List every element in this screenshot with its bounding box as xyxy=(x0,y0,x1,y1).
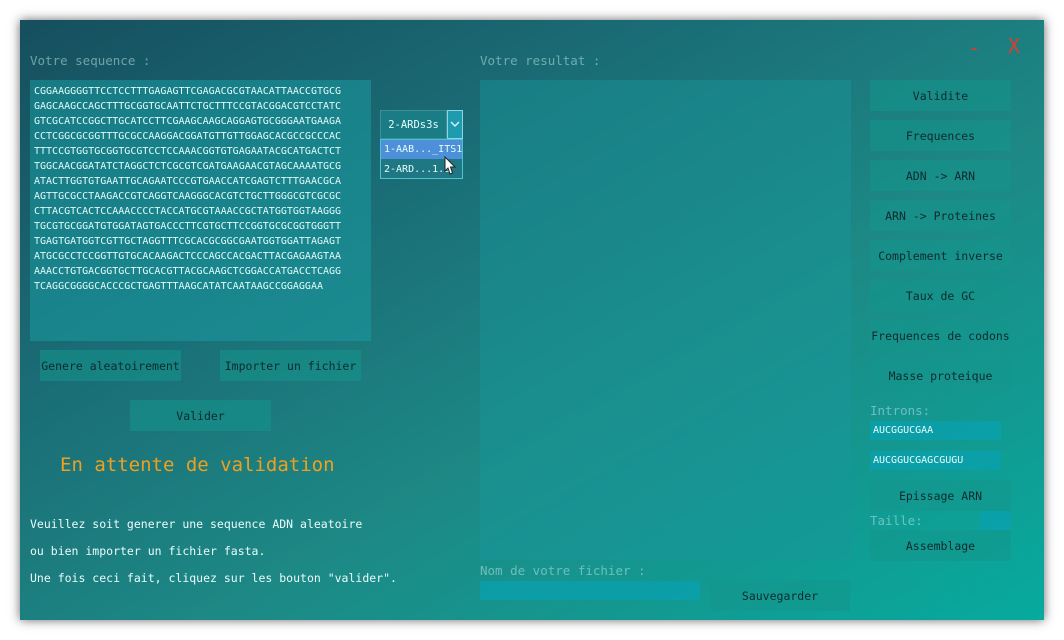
chevron-down-icon[interactable] xyxy=(447,110,463,139)
rna-splicing-button[interactable]: Epissage ARN xyxy=(870,480,1011,511)
sequence-label: Votre sequence : xyxy=(30,53,151,68)
sequence-line: GAGCAAGCCAGCTTTGCGGTGCAATTCTGCTTTCCGTACG… xyxy=(34,101,342,112)
info-line-3: Une fois ceci fait, cliquez sur les bout… xyxy=(30,571,397,585)
codon-frequencies-button[interactable]: Frequences de codons xyxy=(870,320,1011,351)
file-select[interactable]: 2-ARDs3s xyxy=(380,110,463,139)
file-select-value[interactable]: 2-ARDs3s xyxy=(380,110,447,139)
reverse-complement-button[interactable]: Complement inverse xyxy=(870,240,1011,271)
size-input[interactable] xyxy=(980,511,1011,530)
sequence-line: GTCGCATCCGGCTTGCATCCTTCGAAGCAAGCAGGAGTGC… xyxy=(34,116,342,127)
sequence-line: AGTTGCGCCTAAGACCGTCAGGTCAAGGGCACGTCTGCTT… xyxy=(34,191,342,202)
info-line-1: Veuillez soit generer une sequence ADN a… xyxy=(30,517,363,531)
validation-status: En attente de validation xyxy=(60,454,335,476)
minimize-button[interactable]: - xyxy=(968,38,980,58)
sequence-line: CTTACGTCACTCCAAACCCCTACCATGCGTAAACCGCTAT… xyxy=(34,206,342,217)
frequencies-button[interactable]: Frequences xyxy=(870,120,1011,151)
sequence-text: CGGAAGGGGTTCCTCCTTTGAGAGTTCGAGACGCGTAACA… xyxy=(34,84,370,294)
sequence-line: TGAGTGATGGTCGTTGCTAGGTTTCGCACGCGGCGAATGG… xyxy=(34,236,342,247)
app-window: - X Votre sequence : CGGAAGGGGTTCCTCCTTT… xyxy=(20,20,1044,620)
import-file-button[interactable]: Importer un fichier xyxy=(220,350,361,381)
sequence-line: ATGCGCCTCCGGTTGTGCACAAGACTCCCAGCCACGACTT… xyxy=(34,251,342,262)
save-button[interactable]: Sauvegarder xyxy=(710,580,850,611)
size-label: Taille: xyxy=(870,513,923,528)
mouse-pointer-icon xyxy=(444,156,457,175)
rna-to-proteins-button[interactable]: ARN -> Proteines xyxy=(870,200,1011,231)
sequence-line: CCTCGGCGCGGTTTGCGCCAAGGACGGATGTTGTTGGAGC… xyxy=(34,131,342,142)
filename-input[interactable] xyxy=(480,581,700,600)
result-textarea[interactable] xyxy=(480,80,851,560)
sequence-line: CGGAAGGGGTTCCTCCTTTGAGAGTTCGAGACGCGTAACA… xyxy=(34,86,342,97)
file-select-dropdown: 1-AAB..._ITS1 2-ARD...1.s xyxy=(380,139,463,179)
validity-button[interactable]: Validite xyxy=(870,80,1011,111)
filename-label: Nom de votre fichier : xyxy=(480,563,646,578)
assembly-button[interactable]: Assemblage xyxy=(870,530,1011,561)
sequence-line: AAACCTGTGACGGTGCTTGCACGTTACGCAAGCTCGGACC… xyxy=(34,266,342,277)
info-line-2: ou bien importer un fichier fasta. xyxy=(30,544,266,558)
sequence-line: TGGCAACGGATATCTAGGCTCTCGCGTCGATGAAGAACGT… xyxy=(34,161,342,172)
protein-mass-button[interactable]: Masse proteique xyxy=(870,360,1011,391)
introns-label: Introns: xyxy=(870,403,931,418)
gc-rate-button[interactable]: Taux de GC xyxy=(870,280,1011,311)
sequence-textarea[interactable]: CGGAAGGGGTTCCTCCTTTGAGAGTTCGAGACGCGTAACA… xyxy=(30,80,371,341)
generate-random-button[interactable]: Genere aleatoirement xyxy=(40,350,181,381)
close-button[interactable]: X xyxy=(1008,36,1020,56)
intron-field-1[interactable]: AUCGGUCGAA xyxy=(870,421,1001,440)
result-label: Votre resultat : xyxy=(480,53,601,68)
dna-to-rna-button[interactable]: ADN -> ARN xyxy=(870,160,1011,191)
intron-field-2[interactable]: AUCGGUCGAGCGUGU xyxy=(870,451,1001,470)
sequence-line: TCAGGCGGGGCACCCGCTGAGTTTAAGCATATCAATAAGC… xyxy=(34,281,323,292)
sequence-line: ATACTTGGTGTGAATTGCAGAATCCCGTGAACCATCGAGT… xyxy=(34,176,342,187)
sequence-line: TTTCCGTGGTGCGGTGCGTCCTCCAAACGGTGTGAGAATA… xyxy=(34,146,342,157)
sequence-line: TGCGTGCGGATGTGGATAGTGACCCTTCGTGCTTCCGGTG… xyxy=(34,221,342,232)
validate-button[interactable]: Valider xyxy=(130,400,271,431)
